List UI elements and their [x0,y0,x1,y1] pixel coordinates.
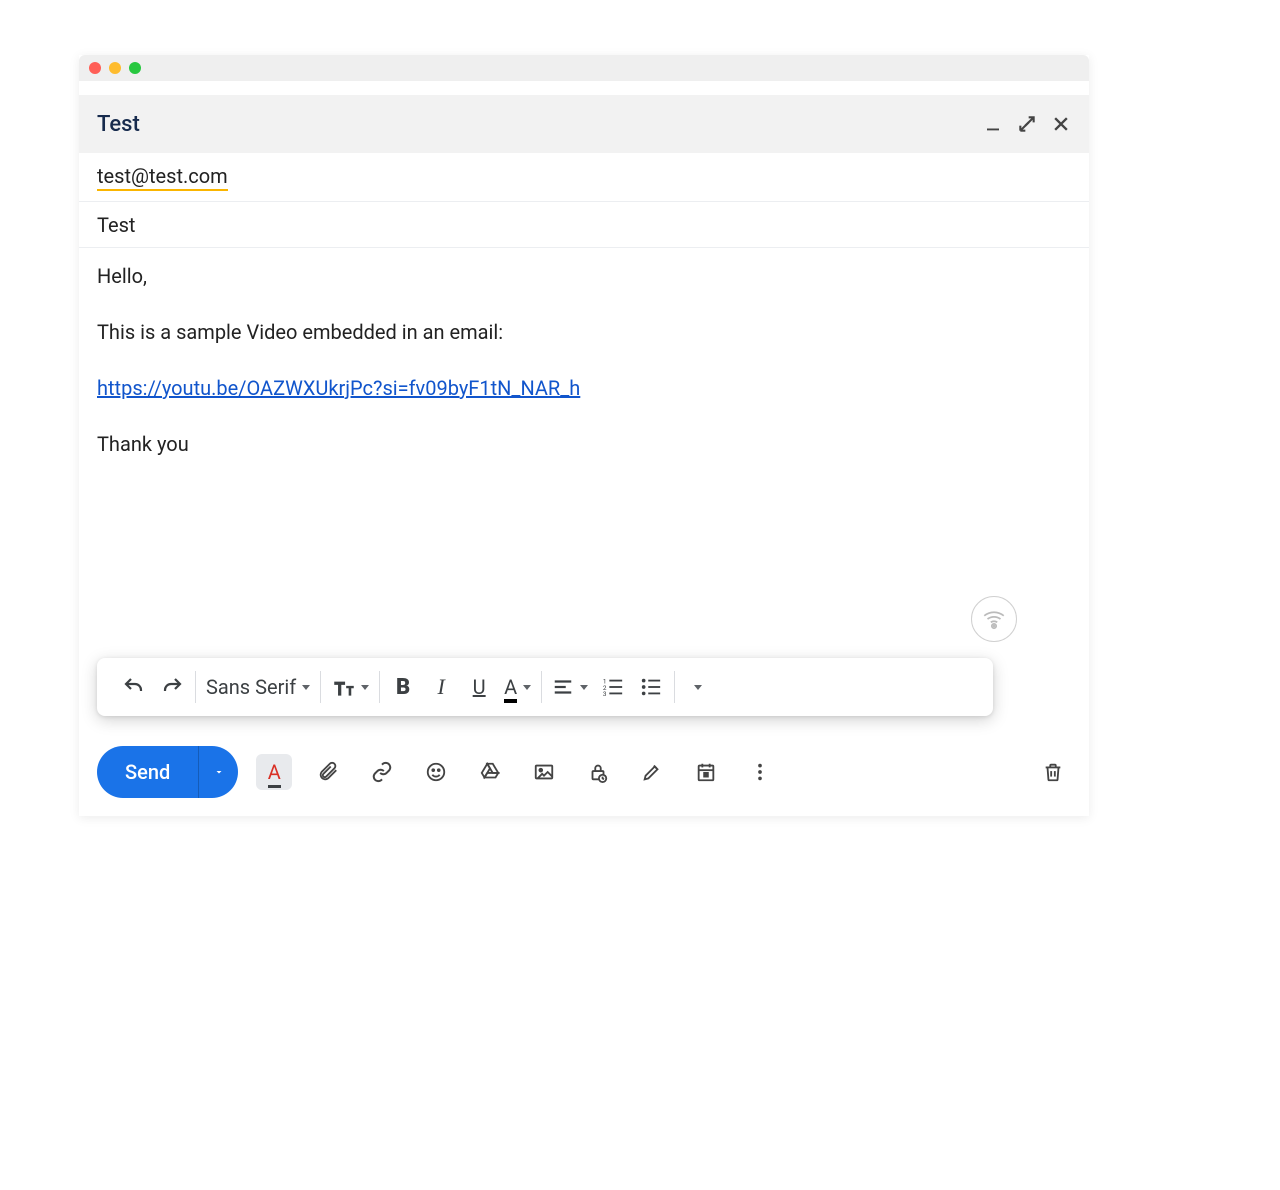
body-greeting: Hello, [97,262,1071,290]
undo-button[interactable] [121,674,147,700]
bulleted-list-button[interactable] [638,674,664,700]
font-family-label: Sans Serif [206,675,296,699]
compose-window: Test test@test.com Test Hello, This is a… [79,55,1089,816]
svg-text:3: 3 [603,690,607,698]
body-closing: Thank you [97,430,1071,458]
mac-titlebar [79,55,1089,81]
caret-down-icon [694,685,702,690]
insert-photo-button[interactable] [526,754,562,790]
more-options-button[interactable] [742,754,778,790]
insert-emoji-button[interactable] [418,754,454,790]
close-icon[interactable] [1051,114,1071,134]
align-button[interactable] [552,674,588,700]
redo-button[interactable] [159,674,185,700]
mac-close-dot[interactable] [89,62,101,74]
mac-zoom-dot[interactable] [129,62,141,74]
attach-file-button[interactable] [310,754,346,790]
compose-body[interactable]: Hello, This is a sample Video embedded i… [79,248,1089,728]
insert-drive-button[interactable] [472,754,508,790]
to-recipient-chip[interactable]: test@test.com [97,164,228,191]
mac-minimize-dot[interactable] [109,62,121,74]
minimize-icon[interactable] [983,114,1003,134]
numbered-list-button[interactable]: 123 [600,674,626,700]
insert-link-button[interactable] [364,754,400,790]
body-link[interactable]: https://youtu.be/OAZWXUkrjPc?si=fv09byF1… [97,376,580,400]
to-field-row[interactable]: test@test.com [79,153,1089,202]
font-size-button[interactable] [331,674,369,700]
italic-button[interactable]: I [428,674,454,700]
caret-down-icon [523,685,531,690]
popout-icon[interactable] [1017,114,1037,134]
confidential-mode-button[interactable] [580,754,616,790]
bold-button[interactable]: B [390,674,416,700]
schedule-send-button[interactable] [688,754,724,790]
format-toolbar: Sans Serif B I U A [97,658,993,716]
formatting-toggle-button[interactable]: A [256,754,292,790]
compose-title: Test [97,112,140,137]
body-intro: This is a sample Video embedded in an em… [97,318,1071,346]
caret-down-icon [361,685,369,690]
compose-window-controls [983,114,1071,134]
font-family-select[interactable]: Sans Serif [206,675,310,699]
subject-text[interactable]: Test [97,213,135,237]
compose-header: Test [79,95,1089,153]
offline-status-icon [971,596,1017,642]
caret-down-icon [580,685,588,690]
insert-signature-button[interactable] [634,754,670,790]
discard-draft-button[interactable] [1035,754,1071,790]
text-color-button[interactable]: A [504,674,531,700]
background-peek [79,81,1089,95]
send-button[interactable]: Send [97,746,238,798]
send-button-label: Send [97,760,198,784]
subject-field-row[interactable]: Test [79,202,1089,248]
caret-down-icon [302,685,310,690]
send-options-button[interactable] [198,746,238,798]
compose-action-bar: Send A [79,728,1089,816]
underline-button[interactable]: U [466,674,492,700]
more-formatting-button[interactable] [685,674,711,700]
